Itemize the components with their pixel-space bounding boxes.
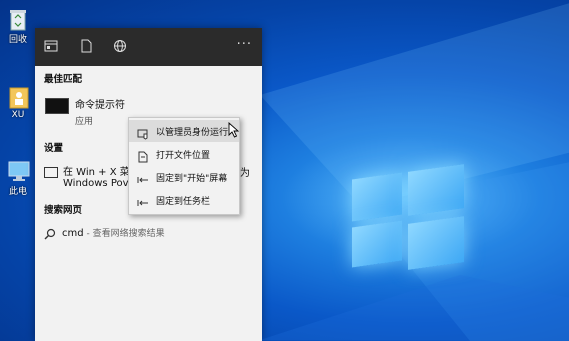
desktop-icon-user-folder[interactable]: XU bbox=[0, 84, 36, 120]
recycle-bin-icon bbox=[6, 6, 30, 31]
web-search-title: 搜索网页 bbox=[44, 205, 83, 216]
web-search-result[interactable]: cmd - 查看网络搜索结果 bbox=[35, 222, 262, 244]
web-icon[interactable] bbox=[113, 39, 129, 55]
search-query: cmd bbox=[62, 228, 84, 239]
open-location-icon bbox=[137, 148, 149, 163]
user-folder-icon bbox=[6, 84, 30, 109]
menu-item-run-as-admin[interactable]: 以管理员身份运行 bbox=[129, 120, 239, 142]
menu-item-label: 固定到任务栏 bbox=[156, 197, 211, 207]
windows-logo bbox=[352, 164, 464, 274]
run-as-admin-icon bbox=[137, 125, 149, 140]
desktop-icon-recycle-bin[interactable]: 回收 bbox=[0, 6, 36, 45]
document-icon[interactable] bbox=[80, 39, 96, 55]
this-pc-icon bbox=[6, 158, 30, 182]
menu-item-label: 以管理员身份运行 bbox=[156, 128, 229, 138]
more-options-button[interactable]: ··· bbox=[237, 37, 252, 52]
mouse-cursor-icon bbox=[228, 122, 240, 138]
menu-item-open-location[interactable]: 打开文件位置 bbox=[129, 143, 239, 165]
setting-line2: Windows Pov bbox=[63, 178, 129, 189]
context-menu: 以管理员身份运行 打开文件位置 固定到"开始"屏幕 固定到任务栏 bbox=[128, 117, 240, 215]
app-type: 应用 bbox=[75, 117, 94, 127]
pin-start-icon bbox=[137, 171, 149, 183]
pin-taskbar-icon bbox=[137, 194, 149, 206]
menu-item-label: 固定到"开始"屏幕 bbox=[156, 174, 228, 184]
setting-line1-tail: 为 bbox=[240, 168, 250, 179]
menu-item-pin-start[interactable]: 固定到"开始"屏幕 bbox=[129, 166, 239, 188]
apps-icon[interactable] bbox=[44, 39, 60, 55]
setting-line1: 在 Win + X 菜 bbox=[63, 167, 130, 178]
app-name: 命令提示符 bbox=[75, 100, 125, 111]
desktop-icon-label: 此电 bbox=[8, 187, 27, 197]
settings-title: 设置 bbox=[44, 143, 64, 154]
menu-item-label: 打开文件位置 bbox=[156, 151, 211, 161]
search-suffix: - 查看网络搜索结果 bbox=[83, 229, 165, 239]
desktop-icon-this-pc[interactable]: 此电 bbox=[0, 158, 36, 197]
search-icon bbox=[44, 225, 56, 244]
settings-icon bbox=[44, 167, 58, 178]
cmd-icon bbox=[45, 98, 69, 114]
menu-item-pin-taskbar[interactable]: 固定到任务栏 bbox=[129, 189, 239, 211]
best-match-title: 最佳匹配 bbox=[44, 74, 83, 85]
desktop-icon-label: XU bbox=[11, 110, 25, 120]
search-topbar: ··· bbox=[35, 28, 262, 66]
